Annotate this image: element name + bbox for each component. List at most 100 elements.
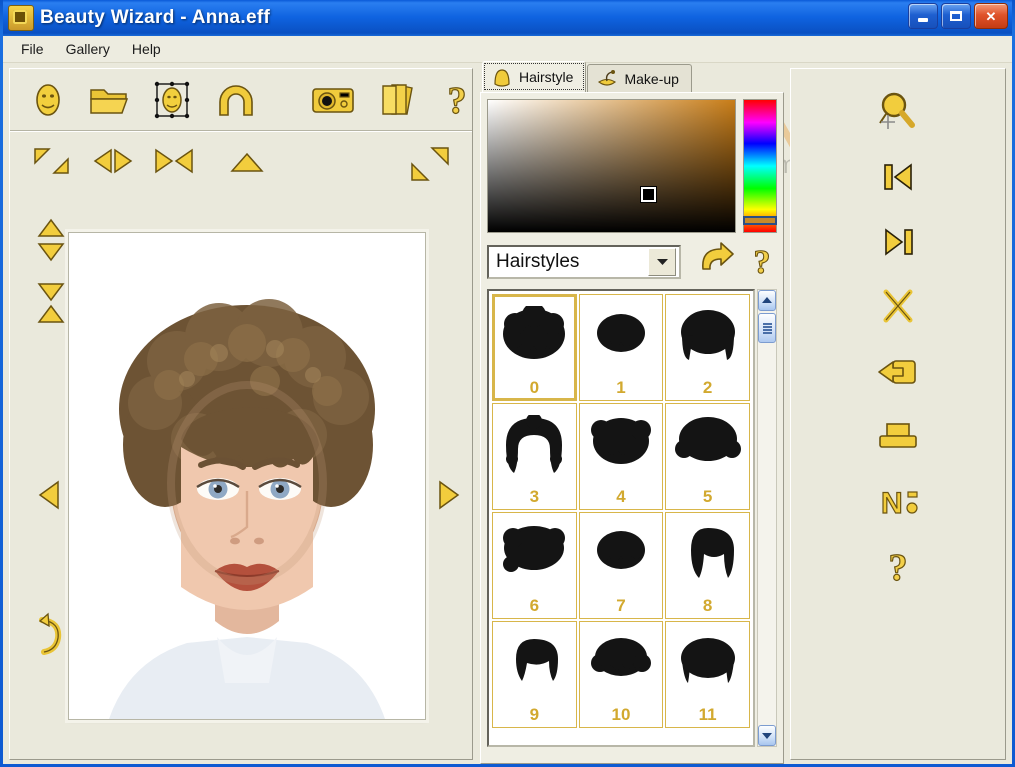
scroll-up-button[interactable] (758, 290, 776, 311)
next-item-icon[interactable] (875, 219, 921, 265)
list-item[interactable]: 6 (492, 512, 577, 619)
stretch-vertical-icon[interactable] (32, 217, 70, 263)
cut-scissors-icon[interactable] (875, 284, 921, 330)
title-bar: Beauty Wizard - Anna.eff ✕ (3, 0, 1012, 36)
number-icon[interactable]: N (875, 479, 921, 525)
move-down-icon[interactable] (228, 762, 266, 764)
menu-item-gallery[interactable]: Gallery (56, 38, 120, 60)
item-number: 5 (702, 487, 713, 506)
makeup-icon (598, 69, 617, 86)
list-item[interactable]: 11 (665, 621, 750, 728)
help-question-icon[interactable]: ? (875, 544, 921, 590)
list-item[interactable]: 1 (578, 294, 664, 401)
gallery-area: 0 1 2 3 4 5 6 7 8 9 10 11 (487, 289, 777, 747)
tab-hairstyle-label: Hairstyle (519, 69, 574, 85)
help-question-icon[interactable]: ? (747, 241, 777, 284)
item-number: 2 (702, 378, 713, 397)
hairstyle-thumb (493, 404, 576, 488)
item-number: 7 (616, 596, 626, 615)
list-item[interactable]: 9 (492, 621, 577, 728)
item-number: 4 (616, 487, 626, 506)
cards-icon[interactable] (376, 77, 420, 123)
tab-hairstyle[interactable]: Hairstyle (482, 61, 587, 92)
move-right-icon[interactable] (434, 477, 462, 513)
hairstyle-thumb (580, 404, 663, 488)
open-folder-icon[interactable] (88, 77, 130, 123)
hairstyle-icon (494, 69, 510, 87)
minimize-button[interactable] (908, 3, 938, 29)
hue-slider[interactable] (743, 216, 777, 226)
hairstyle-thumb (493, 622, 576, 706)
middle-pane: Hairstyle Make-up Hairstyles ? 0 1 2 3 4… (477, 61, 787, 764)
hairstyle-thumb (580, 295, 663, 379)
scrollbar-thumb[interactable] (758, 313, 776, 343)
print-icon[interactable] (875, 414, 921, 460)
list-item[interactable]: 2 (665, 294, 750, 401)
scroll-down-button[interactable] (758, 725, 776, 746)
left-pane: ? (3, 62, 477, 764)
edit-controls (10, 132, 472, 759)
mirror-icon[interactable] (153, 146, 195, 176)
new-face-icon[interactable] (28, 77, 68, 123)
color-picker[interactable] (487, 99, 777, 233)
help-question-icon[interactable]: ? (440, 77, 474, 123)
hairstyle-grid[interactable]: 0 1 2 3 4 5 6 7 8 9 10 11 (487, 289, 755, 747)
hairstyle-thumb (493, 513, 576, 597)
menu-item-help[interactable]: Help (122, 38, 171, 60)
shrink-vertical-icon[interactable] (32, 280, 70, 326)
first-item-icon[interactable] (875, 154, 921, 200)
item-number: 6 (529, 596, 540, 615)
list-item[interactable]: 4 (578, 403, 664, 510)
hairstyle-thumb (666, 513, 749, 597)
panel-controls: Hairstyles ? (487, 241, 777, 284)
menu-item-file[interactable]: File (11, 38, 54, 60)
item-number: 0 (529, 378, 540, 397)
list-item[interactable]: 3 (492, 403, 577, 510)
gallery-scrollbar[interactable] (757, 289, 777, 747)
hairstyle-thumb (666, 295, 749, 379)
list-item[interactable]: 10 (578, 621, 664, 728)
hairstyle-thumb (666, 622, 749, 706)
list-item[interactable]: 0 (492, 294, 577, 401)
move-up-icon[interactable] (228, 150, 266, 174)
item-number: 1 (616, 378, 626, 397)
tab-makeup[interactable]: Make-up (587, 64, 692, 92)
main-toolbar: ? (10, 69, 472, 132)
zoom-magnifier-icon[interactable] (875, 89, 921, 135)
item-number: 3 (529, 487, 540, 506)
hairstyle-thumb (493, 295, 576, 379)
svg-text:?: ? (754, 244, 771, 279)
undo-icon[interactable] (691, 241, 737, 284)
tab-bar: Hairstyle Make-up (480, 61, 784, 92)
close-button[interactable]: ✕ (974, 3, 1008, 29)
app-icon (8, 5, 34, 31)
flip-horizontal-icon[interactable] (92, 146, 134, 176)
resize-corner-icon[interactable] (408, 144, 452, 184)
rotate-icon[interactable] (32, 612, 68, 658)
import-icon[interactable] (875, 349, 921, 395)
svg-text:?: ? (889, 547, 908, 589)
arch-shape-icon[interactable] (214, 77, 258, 123)
list-item[interactable]: 7 (578, 512, 664, 619)
color-cursor[interactable] (641, 187, 657, 203)
maximize-button[interactable] (941, 3, 971, 29)
move-left-icon[interactable] (36, 477, 64, 513)
item-number: 10 (611, 705, 631, 724)
camera-icon[interactable] (310, 77, 356, 123)
window-title: Beauty Wizard - Anna.eff (40, 7, 271, 28)
svg-text:?: ? (448, 80, 467, 121)
window-buttons: ✕ (908, 3, 1008, 29)
item-number: 8 (702, 596, 713, 615)
face-preview[interactable] (68, 232, 426, 720)
hue-strip[interactable] (743, 99, 777, 233)
select-face-icon[interactable] (150, 77, 194, 123)
item-number: 11 (698, 705, 717, 724)
category-select[interactable]: Hairstyles (487, 245, 681, 279)
chevron-down-icon[interactable] (648, 248, 676, 276)
list-item[interactable]: 8 (665, 512, 750, 619)
category-select-value: Hairstyles (496, 251, 580, 272)
list-item[interactable]: 5 (665, 403, 750, 510)
hairstyle-thumb (580, 622, 663, 706)
saturation-value-field[interactable] (487, 99, 736, 233)
resize-diagonal-icon[interactable] (32, 146, 72, 176)
